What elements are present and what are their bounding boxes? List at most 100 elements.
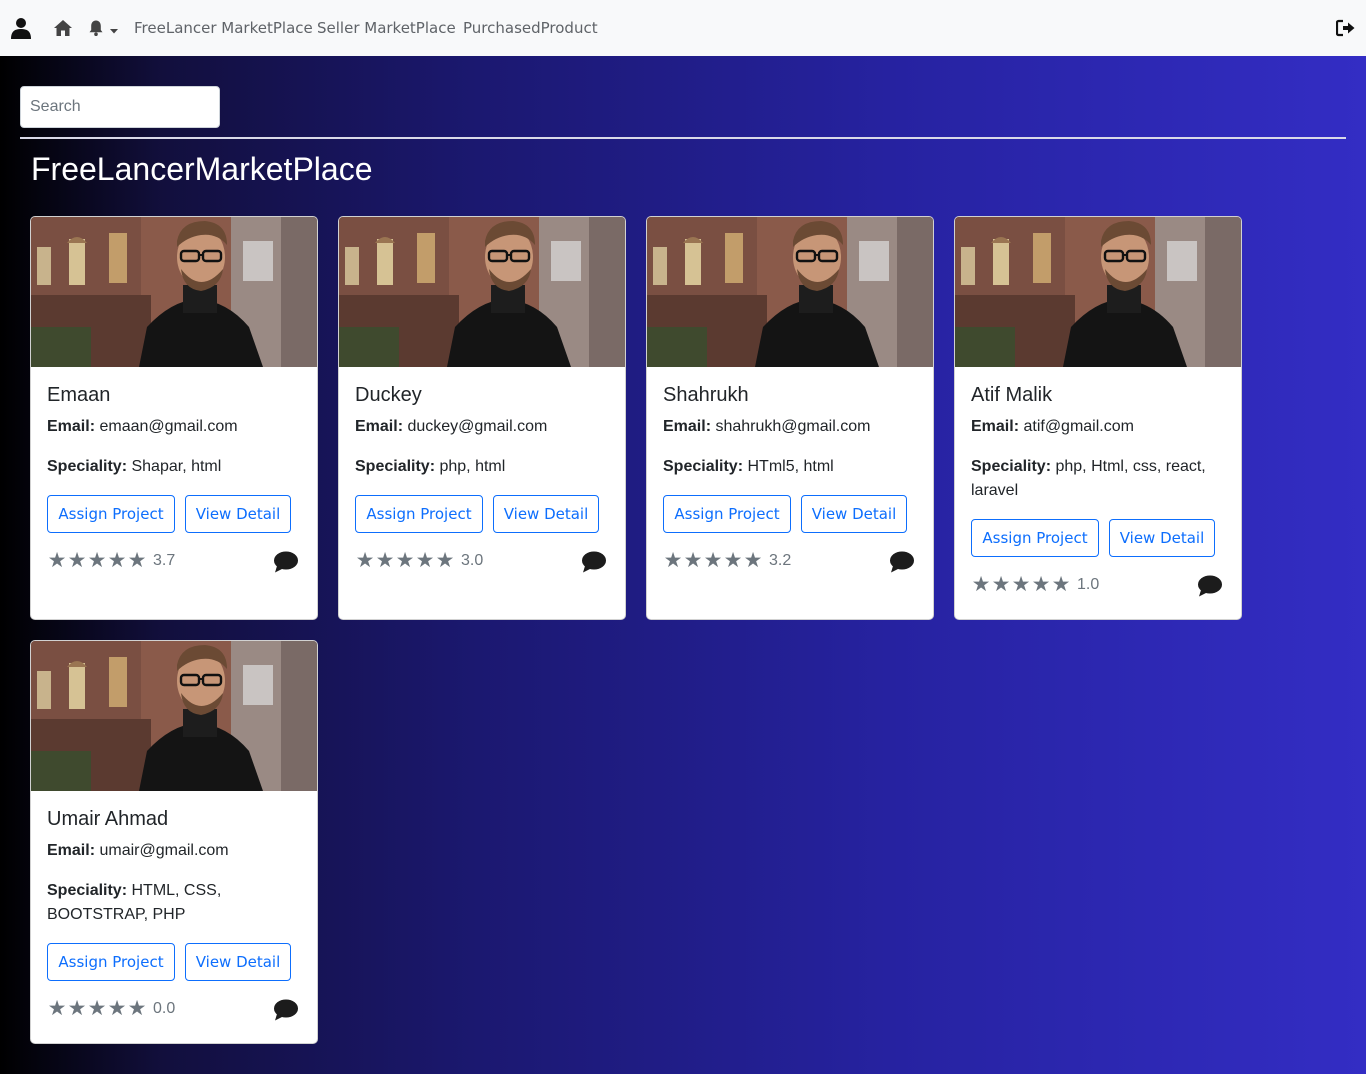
star-icon: ★ (1011, 573, 1031, 596)
star-icon: ★ (415, 549, 435, 572)
star-icon: ★ (127, 549, 147, 572)
chat-bubble-icon[interactable] (1197, 574, 1223, 598)
rating-value: 3.2 (769, 552, 792, 569)
email-value: emaan@gmail.com (99, 418, 238, 435)
speciality-label: Speciality: (47, 458, 128, 475)
search-input[interactable] (20, 86, 220, 128)
email-value: duckey@gmail.com (407, 418, 548, 435)
speciality-line: Speciality: Shapar, html (47, 455, 221, 479)
freelancer-photo (31, 641, 317, 791)
speciality-line: Speciality: php, Html, css, react, larav… (971, 455, 1227, 503)
star-icon: ★ (1031, 573, 1051, 596)
email-line: Email: emaan@gmail.com (47, 415, 238, 439)
star-icon: ★ (1051, 573, 1071, 596)
freelancer-name: Emaan (47, 384, 111, 406)
freelancer-card: Emaan Email: emaan@gmail.com Speciality:… (30, 216, 318, 620)
speciality-line: Speciality: HTML, CSS, BOOTSTRAP, PHP (47, 879, 237, 927)
freelancer-photo (955, 217, 1241, 367)
speciality-value: php, html (439, 458, 506, 475)
view-detail-button[interactable]: View Detail (493, 495, 599, 533)
caret-down-icon (109, 23, 119, 34)
rating: ★ ★ ★ ★ ★ 3.0 (355, 549, 484, 573)
speciality-line: Speciality: php, html (355, 455, 505, 479)
freelancer-name: Duckey (355, 384, 422, 406)
freelancer-card: Atif Malik Email: atif@gmail.com Special… (954, 216, 1242, 620)
star-icon: ★ (127, 997, 147, 1020)
notifications-dropdown[interactable] (86, 18, 120, 38)
freelancer-photo (647, 217, 933, 367)
email-line: Email: atif@gmail.com (971, 415, 1134, 439)
email-label: Email: (47, 842, 96, 859)
email-line: Email: umair@gmail.com (47, 839, 229, 863)
star-icon: ★ (663, 549, 683, 572)
star-icon: ★ (67, 997, 87, 1020)
rating: ★ ★ ★ ★ ★ 1.0 (971, 573, 1100, 597)
nav-link-purchased-product[interactable]: PurchasedProduct (463, 18, 598, 38)
home-icon[interactable] (53, 18, 73, 38)
star-icon: ★ (47, 997, 67, 1020)
freelancer-photo (31, 217, 317, 367)
email-label: Email: (971, 418, 1020, 435)
star-icon: ★ (435, 549, 455, 572)
rating: ★ ★ ★ ★ ★ 3.7 (47, 549, 176, 573)
assign-project-button[interactable]: Assign Project (971, 519, 1099, 557)
email-label: Email: (47, 418, 96, 435)
email-value: shahrukh@gmail.com (715, 418, 871, 435)
logout-icon[interactable] (1336, 18, 1356, 38)
email-label: Email: (355, 418, 404, 435)
email-line: Email: duckey@gmail.com (355, 415, 547, 439)
email-label: Email: (663, 418, 712, 435)
freelancer-name: Atif Malik (971, 384, 1053, 406)
rating: ★ ★ ★ ★ ★ 3.2 (663, 549, 792, 573)
speciality-value: HTml5, html (747, 458, 834, 475)
speciality-label: Speciality: (663, 458, 744, 475)
rating-value: 0.0 (153, 1000, 176, 1017)
star-icon: ★ (67, 549, 87, 572)
nav-link-seller-marketplace[interactable]: Seller MarketPlace (317, 18, 456, 38)
assign-project-button[interactable]: Assign Project (355, 495, 483, 533)
star-icon: ★ (703, 549, 723, 572)
bell-icon (87, 19, 105, 37)
email-value: umair@gmail.com (99, 842, 229, 859)
speciality-label: Speciality: (971, 458, 1052, 475)
rating-value: 1.0 (1077, 576, 1100, 593)
speciality-value: Shapar, html (131, 458, 222, 475)
star-icon: ★ (683, 549, 703, 572)
freelancer-name: Shahrukh (663, 384, 749, 406)
view-detail-button[interactable]: View Detail (801, 495, 907, 533)
view-detail-button[interactable]: View Detail (185, 943, 291, 981)
nav-link-freelancer-marketplace[interactable]: FreeLancer MarketPlace (134, 18, 313, 38)
user-icon[interactable] (11, 17, 31, 39)
assign-project-button[interactable]: Assign Project (663, 495, 791, 533)
email-value: atif@gmail.com (1023, 418, 1134, 435)
chat-bubble-icon[interactable] (581, 550, 607, 574)
freelancer-name: Umair Ahmad (47, 808, 169, 830)
star-icon: ★ (723, 549, 743, 572)
star-icon: ★ (375, 549, 395, 572)
divider (20, 137, 1346, 139)
chat-bubble-icon[interactable] (273, 550, 299, 574)
speciality-label: Speciality: (355, 458, 436, 475)
freelancer-photo (339, 217, 625, 367)
freelancer-card: Duckey Email: duckey@gmail.com Specialit… (338, 216, 626, 620)
page-title: FreeLancerMarketPlace (31, 151, 373, 187)
view-detail-button[interactable]: View Detail (185, 495, 291, 533)
rating-value: 3.0 (461, 552, 484, 569)
chat-bubble-icon[interactable] (889, 550, 915, 574)
assign-project-button[interactable]: Assign Project (47, 943, 175, 981)
top-navbar: FreeLancer MarketPlace Seller MarketPlac… (0, 0, 1366, 56)
assign-project-button[interactable]: Assign Project (47, 495, 175, 533)
star-icon: ★ (971, 573, 991, 596)
star-icon: ★ (87, 997, 107, 1020)
chat-bubble-icon[interactable] (273, 998, 299, 1022)
speciality-line: Speciality: HTml5, html (663, 455, 834, 479)
star-icon: ★ (47, 549, 67, 572)
email-line: Email: shahrukh@gmail.com (663, 415, 870, 439)
view-detail-button[interactable]: View Detail (1109, 519, 1215, 557)
freelancer-card: Umair Ahmad Email: umair@gmail.com Speci… (30, 640, 318, 1044)
star-icon: ★ (743, 549, 763, 572)
speciality-label: Speciality: (47, 882, 128, 899)
star-icon: ★ (355, 549, 375, 572)
star-icon: ★ (107, 997, 127, 1020)
freelancer-card: Shahrukh Email: shahrukh@gmail.com Speci… (646, 216, 934, 620)
